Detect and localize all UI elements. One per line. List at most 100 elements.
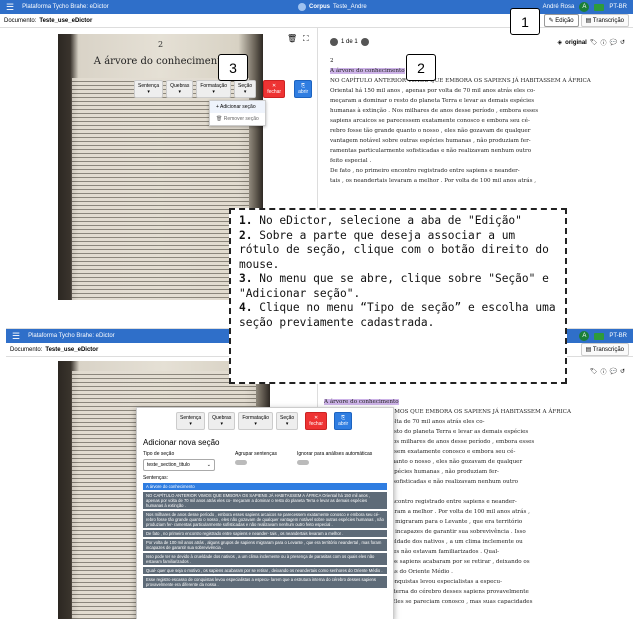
- sentence-list: A árvore do conhecimento NO CAPÍTULO ANTE…: [137, 483, 393, 588]
- transcript-line[interactable]: espécies humanas , não produziam fer-: [388, 467, 624, 477]
- fechar-button[interactable]: ✕ fechar: [263, 80, 286, 98]
- annotation-toolbar-2: Sentença ▾ Quebras ▾ Formatação ▾ Seção ▾ ✕ f…: [176, 412, 353, 430]
- instruction-2: 2. Sobre a parte que deseja associar a u…: [239, 229, 557, 273]
- sentenca-button-2[interactable]: Sentença ▾: [176, 412, 206, 430]
- hamburger-menu-icon[interactable]: ☰: [6, 2, 14, 13]
- quebras-button[interactable]: Quebras ▾: [166, 80, 194, 98]
- tag-icon[interactable]: 🏷: [590, 368, 598, 375]
- ignorar-toggle[interactable]: [296, 460, 309, 465]
- transcript-line[interactable]: De fato , no primeiro encontro registrad…: [330, 166, 630, 176]
- transcript-line[interactable]: m incapazes de garantir sua sobrevivênci…: [388, 527, 624, 537]
- undo-icon[interactable]: ↺: [620, 368, 625, 375]
- transcript-line[interactable]: Oriental há 150 mil anos , apenas por vo…: [330, 86, 630, 96]
- user-name[interactable]: André Rosa: [543, 4, 575, 10]
- transcript-title[interactable]: A árvore do conhecimento: [330, 66, 630, 76]
- transcript-line[interactable]: vantagem notável sobre outras espécies h…: [330, 136, 630, 146]
- sentence-item[interactable]: Nos milhares de anos desse período , emb…: [143, 511, 387, 528]
- prev-page-icon[interactable]: [330, 38, 338, 46]
- sentence-item[interactable]: Por volta de 100 mil anos atrás , alguns…: [143, 539, 387, 551]
- transcript-line[interactable]: meçaram a dominar o resto do planeta Ter…: [330, 96, 630, 106]
- transcript-line[interactable]: essem exatamente conosco e embora seu cé…: [388, 447, 624, 457]
- quebras-button-2[interactable]: Quebras ▾: [208, 412, 236, 430]
- info-icon[interactable]: ⓘ: [600, 38, 606, 47]
- transcript-line[interactable]: VIMOS QUE EMBORA OS SAPIENS JÁ HABITASSE…: [388, 407, 624, 417]
- transcript-line[interactable]: e sofisticadas e não realizavam nenhum o…: [388, 477, 624, 487]
- comments-icon[interactable]: 💬: [609, 39, 616, 46]
- transcript-line[interactable]: sapiens arcaicos se parecessem exatament…: [330, 116, 630, 126]
- brazil-flag-icon[interactable]: [594, 3, 605, 11]
- transcript-line[interactable]: [388, 487, 624, 497]
- tab-edicao[interactable]: ✎ Edição: [543, 14, 579, 27]
- page-indicator: 1 de 1: [341, 39, 358, 45]
- original-toggle[interactable]: original: [565, 40, 587, 46]
- transcript-line[interactable]: m migraram para o Levante , que era terr…: [388, 517, 624, 527]
- trash-icon[interactable]: 🗑: [287, 34, 297, 43]
- transcript-line[interactable]: NO CAPÍTULO ANTERIOR VIMOS QUE EMBORA OS…: [330, 76, 630, 86]
- tab-transcricao-2[interactable]: ▤ Transcrição: [580, 343, 629, 356]
- transcript-text[interactable]: 2 A árvore do conhecimento NO CAPÍTULO A…: [330, 56, 630, 186]
- sentence-item[interactable]: Qual- quer que seja o motivo , os sapien…: [143, 567, 387, 574]
- layers-icon[interactable]: ◈: [558, 39, 563, 46]
- secao-button-2[interactable]: Seção ▾: [276, 412, 299, 430]
- corpus-indicator[interactable]: Corpus Teste_Andre: [298, 3, 367, 11]
- comments-icon[interactable]: 💬: [609, 368, 616, 375]
- transcript-line[interactable]: ueldade dos nativos , a um clima incleme…: [388, 537, 624, 547]
- secao-button[interactable]: Seção ▾: [234, 80, 257, 98]
- abrir-label-2: abrir: [338, 421, 349, 427]
- transcript-line[interactable]: rebro fosse tão grande quanto o nosso , …: [330, 126, 630, 136]
- language-label[interactable]: PT-BR: [609, 4, 627, 10]
- transcript-line[interactable]: tais , os neandertais levaram a melhor .…: [330, 176, 630, 186]
- brazil-flag-icon[interactable]: [594, 332, 605, 340]
- avatar[interactable]: A: [579, 2, 590, 12]
- transcript-line[interactable]: volta de 70 mil anos atrás eles co-: [388, 417, 624, 427]
- document-label-2: Documento:: [10, 346, 43, 353]
- sentenca-label: Sentença: [138, 83, 160, 89]
- info-icon[interactable]: ⓘ: [600, 367, 606, 376]
- agrupar-toggle[interactable]: [235, 460, 247, 465]
- transcript-title-highlight[interactable]: A árvore do conhecimento: [330, 68, 405, 74]
- sentence-item[interactable]: A árvore do conhecimento: [143, 483, 387, 490]
- transcript-line[interactable]: . Eles se pareciam conosco , mas suas ca…: [388, 597, 624, 607]
- transcript-line[interactable]: ramentas particularmente sofisticadas e …: [330, 146, 630, 156]
- transcript-line[interactable]: resto do planeta Terra e levar as demais…: [388, 427, 624, 437]
- abrir-button-2[interactable]: ⎘ abrir: [334, 412, 353, 430]
- fullscreen-icon[interactable]: ⛶: [303, 34, 309, 44]
- tab-transcricao[interactable]: ▤ Transcrição: [580, 14, 629, 27]
- section-type-value: teste_section_titulo: [147, 462, 190, 468]
- remover-label: Remover seção: [223, 116, 259, 122]
- transcript-line[interactable]: Nos milhares de anos desse período , emb…: [388, 437, 624, 447]
- tab-edicao-label: Edição: [555, 18, 574, 24]
- transcript-line[interactable]: interna do cérebro desses sapiens provav…: [388, 587, 624, 597]
- sentence-item[interactable]: Esse registro escasso de conquistas levo…: [143, 576, 387, 588]
- fechar-button-2[interactable]: ✕ fechar: [305, 412, 328, 430]
- transcript-line[interactable]: , os sapiens acabaram por se retirar , d…: [388, 557, 624, 567]
- undo-icon[interactable]: ↺: [620, 39, 625, 46]
- transcript-line[interactable]: quanto o nosso , eles não gozavam de qua…: [388, 457, 624, 467]
- menu-item-adicionar-secao[interactable]: + Adicionar seção: [210, 101, 265, 113]
- transcript-title-2[interactable]: A árvore do conhecimento: [324, 397, 624, 407]
- language-label-2[interactable]: PT-BR: [609, 333, 627, 339]
- next-page-icon[interactable]: [360, 38, 369, 46]
- sentence-item[interactable]: NO CAPÍTULO ANTERIOR VIMOS QUE EMBORA OS…: [143, 492, 387, 509]
- secao-label-2: Seção: [280, 415, 295, 421]
- formatacao-button-2[interactable]: Formatação ▾: [238, 412, 274, 430]
- transcript-line[interactable]: feito especial .: [330, 156, 630, 166]
- sentenca-button[interactable]: Sentença ▾: [134, 80, 164, 98]
- sentence-item[interactable]: Isso pode ter se devido à crueldade dos …: [143, 553, 387, 565]
- formatacao-button[interactable]: Formatação ▾: [196, 80, 232, 98]
- avatar-2[interactable]: A: [579, 331, 590, 341]
- menu-item-remover-secao[interactable]: 🗑 Remover seção: [210, 113, 265, 125]
- instruction-3-text: No menu que se abre, clique sobre "Seção…: [239, 272, 549, 300]
- sentence-item[interactable]: De fato , no primeiro encontro registrad…: [143, 530, 387, 537]
- transcript-line[interactable]: varam a melhor . Por volta de 100 mil an…: [388, 507, 624, 517]
- transcript-line[interactable]: conquistas levou especialistas a especu-: [388, 577, 624, 587]
- transcript-title-highlight-2[interactable]: A árvore do conhecimento: [324, 399, 399, 405]
- transcript-line[interactable]: encontro registrado entre sapiens e nean…: [388, 497, 624, 507]
- hamburger-menu-icon[interactable]: ☰: [12, 331, 20, 342]
- abrir-button[interactable]: ⎘ abrir: [294, 80, 313, 98]
- transcript-line[interactable]: eles não estavam familiarizados . Qual-: [388, 547, 624, 557]
- transcript-line[interactable]: ens do Oriente Médio .: [388, 567, 624, 577]
- tag-icon[interactable]: 🏷: [590, 39, 598, 46]
- section-type-select[interactable]: teste_section_titulo ⌄: [143, 459, 215, 471]
- transcript-line[interactable]: humanas à extinção . Nos milhares de ano…: [330, 106, 630, 116]
